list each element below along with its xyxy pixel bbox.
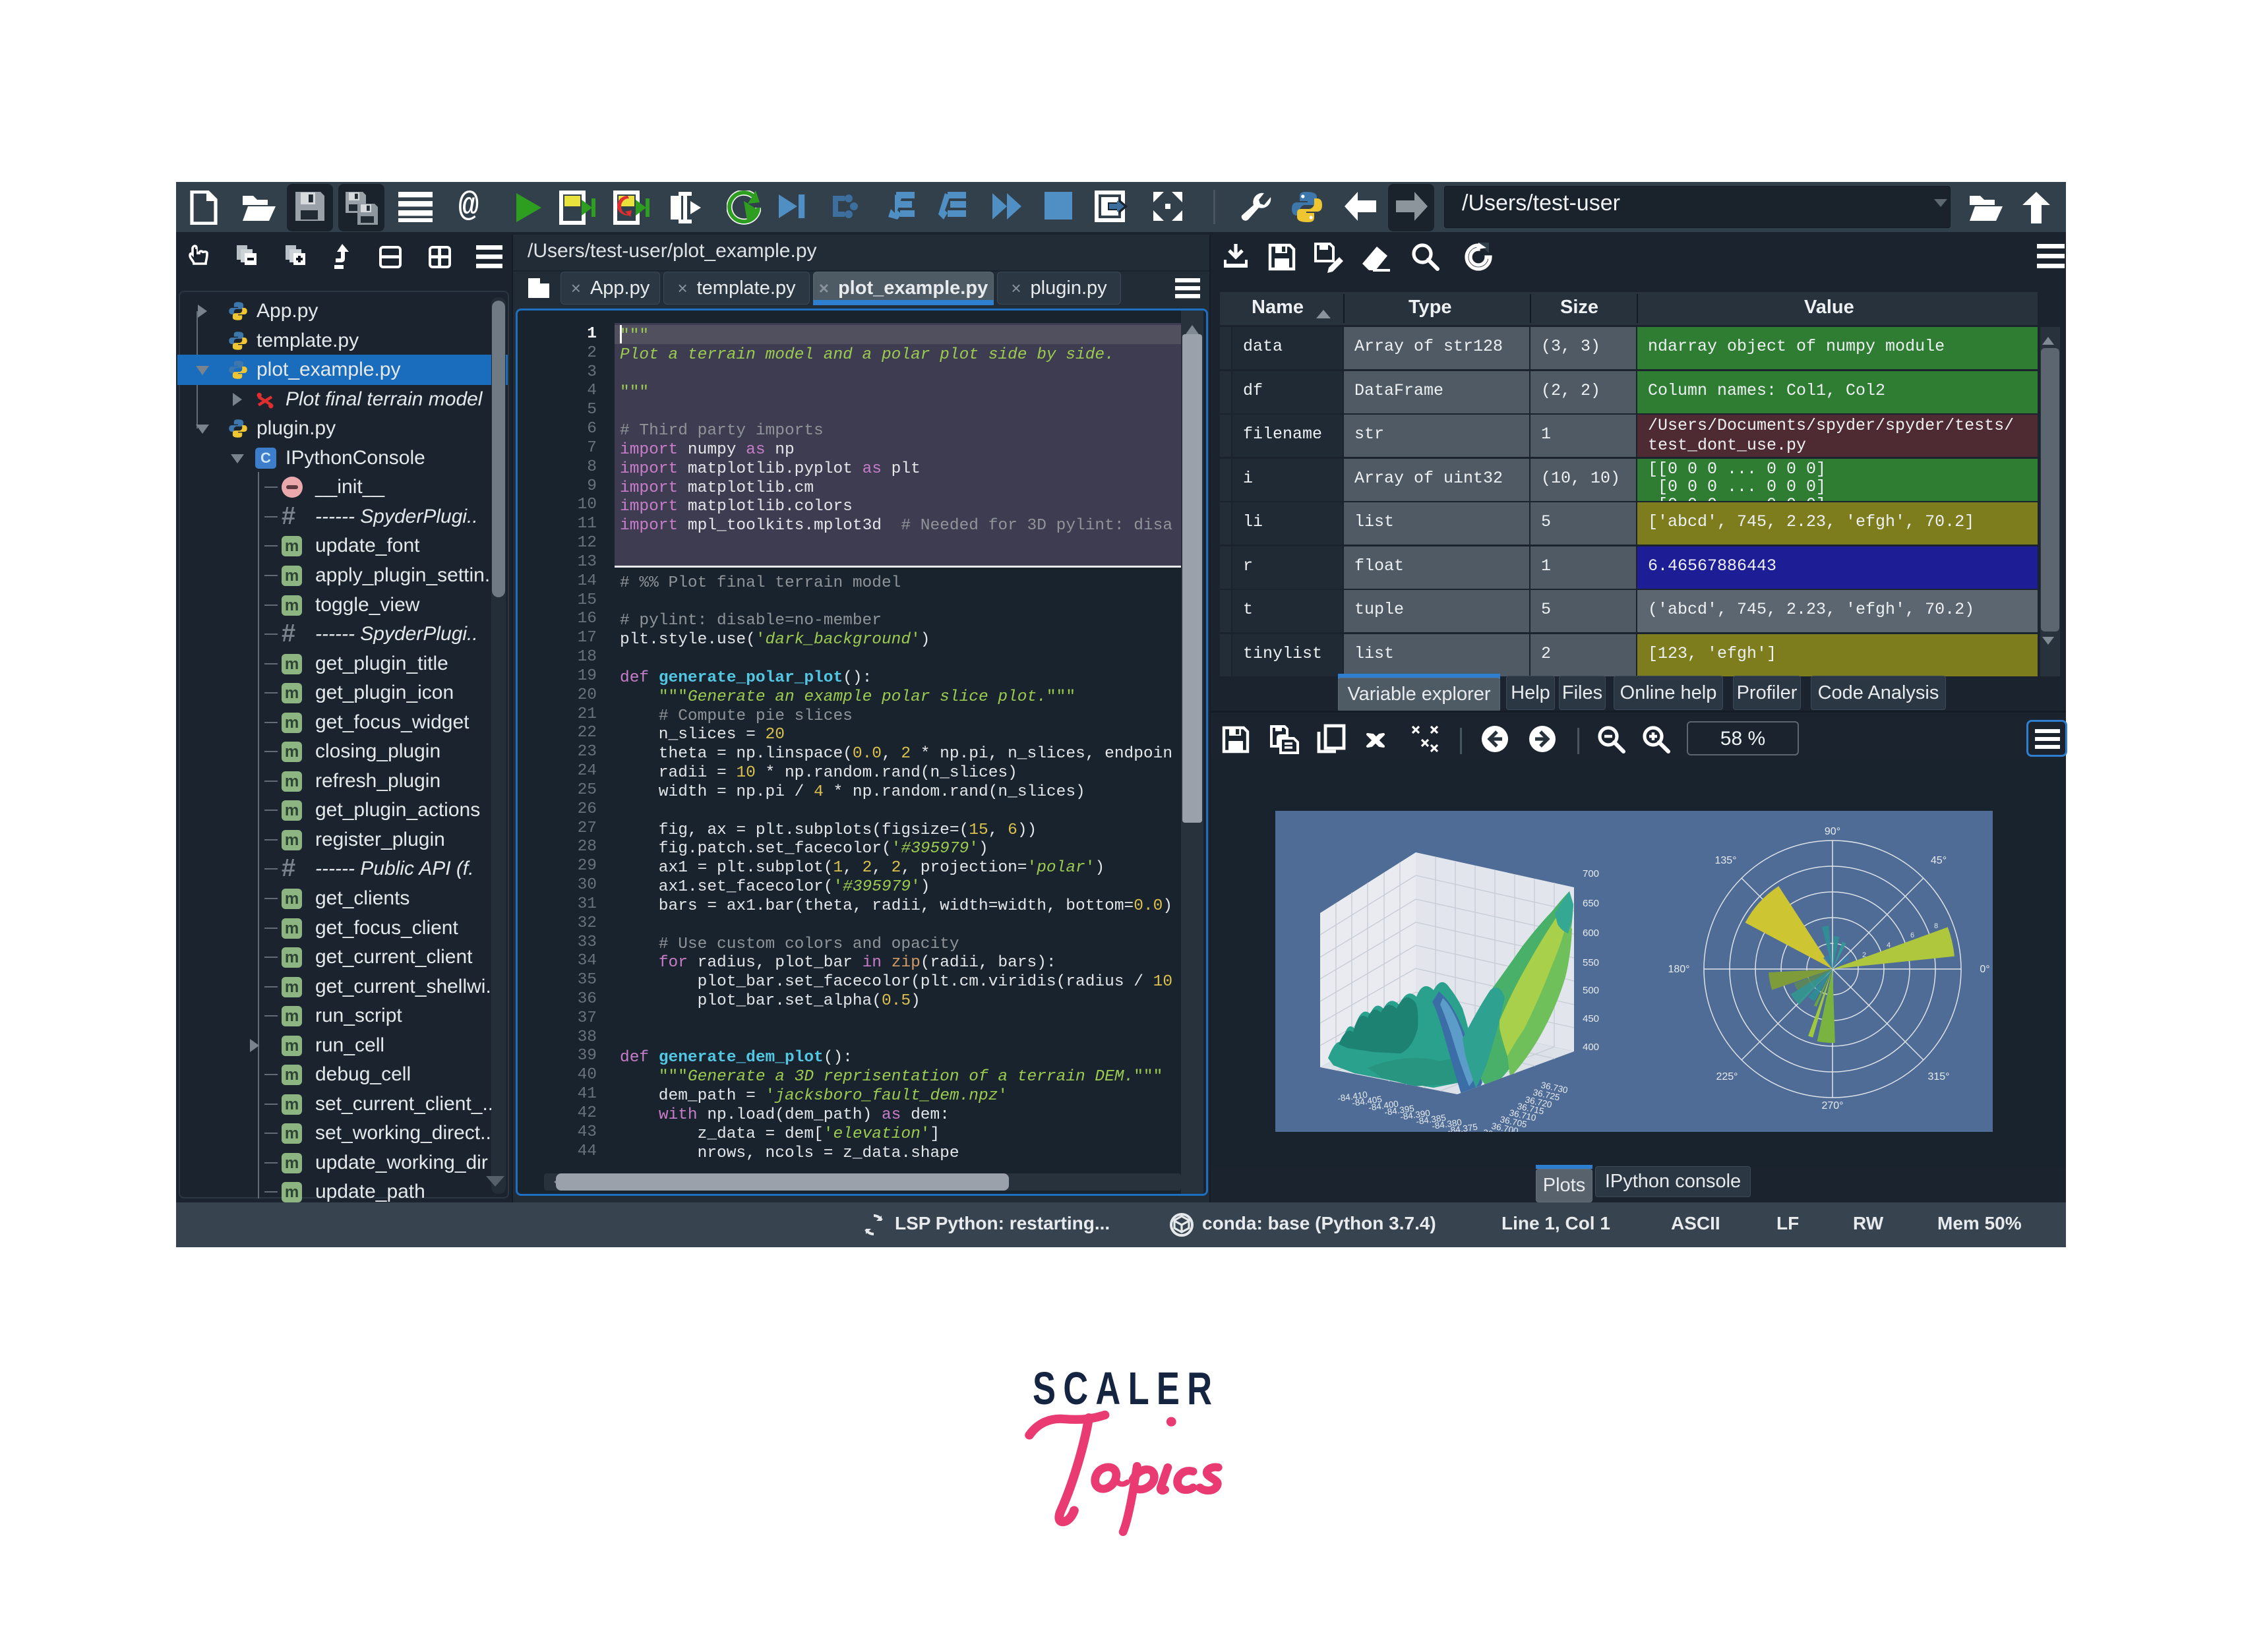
- svg-text:8: 8: [1934, 922, 1938, 930]
- svg-text:45°: 45°: [1931, 855, 1947, 866]
- svg-text:225°: 225°: [1716, 1071, 1738, 1082]
- svg-text:135°: 135°: [1714, 855, 1736, 866]
- svg-text:600: 600: [1583, 928, 1599, 939]
- svg-text:650: 650: [1583, 898, 1599, 909]
- svg-text:315°: 315°: [1927, 1071, 1949, 1082]
- svg-text:0°: 0°: [1980, 964, 1989, 975]
- svg-text:180°: 180°: [1668, 964, 1689, 975]
- svg-text:400: 400: [1583, 1042, 1599, 1053]
- svg-text:270°: 270°: [1821, 1100, 1843, 1111]
- svg-text:500: 500: [1583, 985, 1599, 996]
- svg-text:4: 4: [1887, 941, 1891, 949]
- svg-text:90°: 90°: [1825, 826, 1840, 837]
- svg-text:550: 550: [1583, 957, 1599, 968]
- svg-text:450: 450: [1583, 1013, 1599, 1024]
- svg-text:2: 2: [1862, 951, 1866, 959]
- svg-text:6: 6: [1910, 931, 1914, 939]
- svg-text:700: 700: [1583, 868, 1599, 879]
